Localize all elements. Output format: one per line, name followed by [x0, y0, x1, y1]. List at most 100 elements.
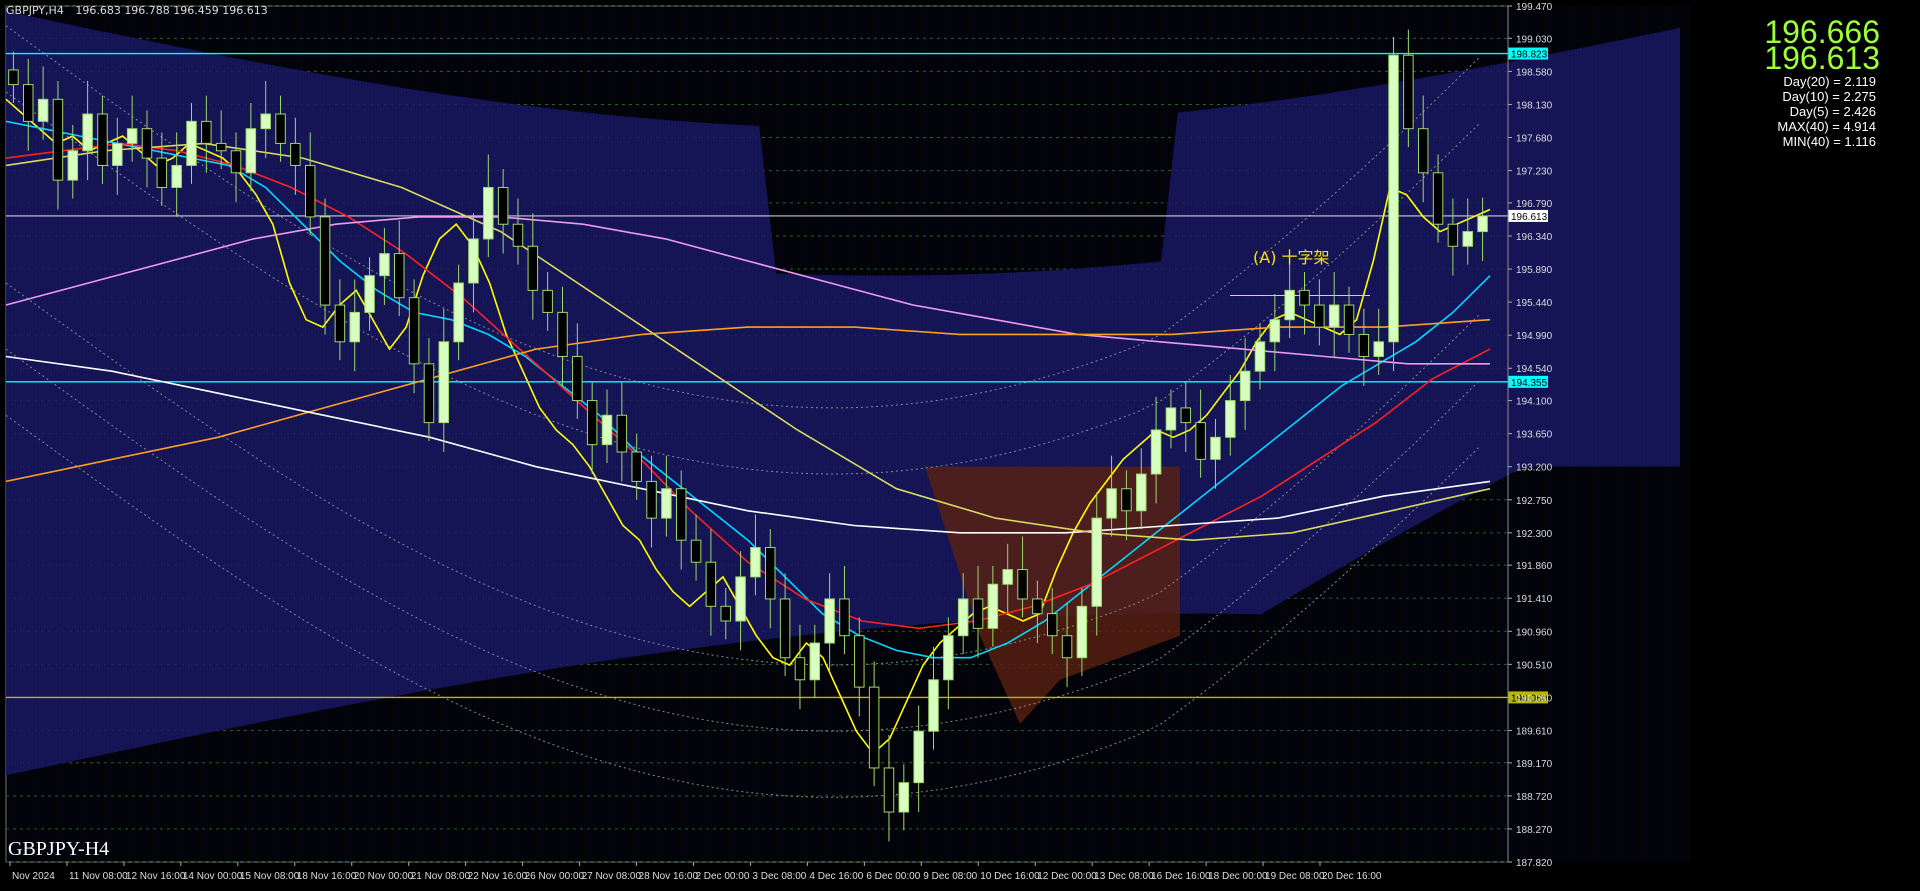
candle-body [1314, 304, 1325, 328]
price-tick-label: 189.170 [1516, 759, 1553, 770]
chart-window: 198.823 194.355 196.613 190.060 199.470 199.… [0, 0, 1920, 891]
candle-body [512, 223, 524, 247]
candle-body [1136, 473, 1147, 512]
time-tick-label: 26 Nov 00:00 [525, 871, 585, 882]
price-tick-label: 193.200 [1516, 463, 1553, 474]
stat-day5: Day(5) = 2.426 [1789, 104, 1876, 119]
candle-body [779, 598, 791, 659]
candle-body [67, 150, 79, 181]
time-tick-label: 10 Dec 16:00 [980, 871, 1040, 882]
candle-body [201, 120, 212, 144]
time-tick-label: 15 Nov 08:00 [240, 871, 300, 882]
price-tick-label: 193.650 [1516, 430, 1553, 441]
candle-body [1373, 341, 1384, 357]
time-tick-label: 27 Nov 08:00 [582, 871, 642, 882]
candle-body [557, 311, 568, 357]
price-tick-label: 188.720 [1516, 792, 1553, 803]
candle-body [156, 157, 168, 188]
candle-body [186, 120, 197, 166]
candle-body [260, 113, 271, 130]
time-axis: Nov 2024 11 Nov 08:0012 Nov 16:0014 Nov 0… [9, 862, 1382, 882]
price-tick-label: 188.270 [1516, 825, 1553, 836]
candle-body [408, 297, 420, 365]
candle-body [52, 98, 64, 181]
candle-body [97, 113, 108, 166]
candle-body [705, 561, 717, 607]
candle-body [1254, 341, 1266, 372]
candle-body [1269, 319, 1281, 343]
candle-body [364, 275, 375, 313]
time-tick-label: 13 Dec 08:00 [1094, 871, 1154, 882]
candle-body [1225, 400, 1236, 438]
time-tick-label: 16 Dec 16:00 [1151, 871, 1211, 882]
ichimoku-cloud [5, 6, 1690, 862]
candle-body [601, 414, 613, 446]
time-tick-label: 11 Nov 08:00 [69, 871, 128, 882]
candle-body [1091, 517, 1102, 607]
price-tick-label: 190.060 [1516, 693, 1553, 704]
price-tick-label: 195.890 [1516, 265, 1553, 276]
candle-body [1121, 488, 1132, 512]
candle-body [898, 782, 910, 813]
time-tick-label: 12 Dec 00:00 [1037, 871, 1097, 882]
price-tick-label: 190.960 [1516, 627, 1553, 638]
ask-price-label: 196.613 [1764, 40, 1880, 76]
candle-body [1462, 231, 1473, 247]
price-tick-label: 197.680 [1516, 134, 1553, 145]
candle-body [334, 304, 346, 343]
time-tick-label: 20 Dec 16:00 [1322, 871, 1382, 882]
price-tick-label: 192.750 [1516, 496, 1553, 507]
price-chart[interactable]: 198.823 194.355 196.613 190.060 199.470 199.… [0, 0, 1920, 891]
candle-body [1299, 289, 1310, 306]
candle-body [1017, 569, 1028, 600]
candle-body [319, 216, 331, 306]
time-tick-label: Nov 2024 [12, 871, 55, 882]
candle-body [37, 98, 49, 122]
candle-body [646, 480, 657, 519]
candle-body [794, 657, 806, 681]
candle-body [394, 253, 405, 299]
candle-body [468, 238, 479, 284]
candle-body [542, 289, 553, 313]
chart-watermark: GBPJPY-H4 [8, 838, 110, 860]
candle-body [171, 164, 182, 188]
candle-body [483, 186, 494, 240]
candle-body [987, 583, 999, 629]
price-line-tag-label: 198.823 [1511, 50, 1548, 61]
stat-day10: Day(10) = 2.275 [1782, 89, 1876, 104]
time-tick-label: 19 Dec 08:00 [1265, 871, 1325, 882]
symbol-label: GBPJPY,H4 [6, 4, 64, 17]
range-stats: Day(20) = 2.119 Day(10) = 2.275 Day(5) =… [1777, 74, 1876, 149]
price-line-tag-label: 196.613 [1511, 212, 1548, 223]
price-tick-label: 195.440 [1516, 298, 1553, 309]
candle-body [928, 679, 939, 732]
price-tick-label: 189.610 [1516, 726, 1553, 737]
candle-body [215, 142, 227, 152]
candle-body [1032, 598, 1043, 615]
time-tick-label: 9 Dec 08:00 [923, 871, 977, 882]
time-tick-label: 20 Nov 00:00 [354, 871, 414, 882]
candle-body [1358, 333, 1370, 357]
candle-body [1076, 605, 1088, 659]
candle-body [141, 128, 153, 159]
price-tick-label: 194.100 [1516, 397, 1553, 408]
candle-body [1417, 128, 1429, 174]
candle-body [631, 451, 642, 482]
candle-body [1165, 407, 1177, 431]
candle-body [883, 767, 895, 813]
candle-body [1239, 370, 1251, 402]
candle-body [275, 113, 286, 144]
candle-body [1046, 613, 1058, 637]
candle-body [809, 642, 821, 681]
chart-header: GBPJPY,H4 196.683 196.788 196.459 196.61… [6, 4, 268, 17]
candle-body [1388, 54, 1399, 343]
price-tick-label: 192.300 [1516, 529, 1553, 540]
time-tick-label: 18 Dec 00:00 [1208, 871, 1268, 882]
time-tick-label: 21 Nov 08:00 [411, 871, 471, 882]
candle-body [824, 598, 835, 644]
candle-body [304, 164, 316, 218]
candle-body [349, 311, 360, 343]
candle-body [690, 539, 702, 563]
price-tick-label: 197.230 [1516, 167, 1553, 178]
candle-body [720, 605, 731, 622]
